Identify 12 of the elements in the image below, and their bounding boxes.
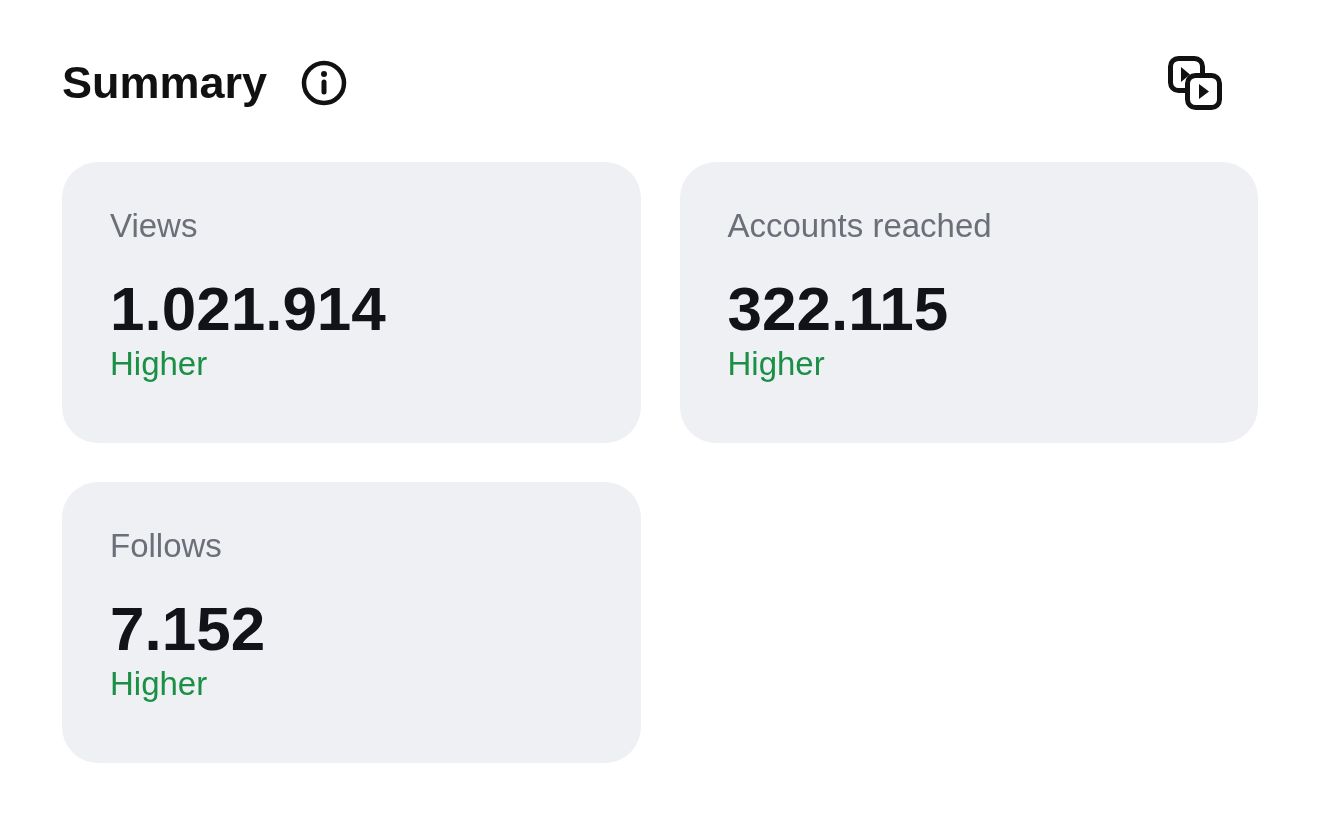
info-icon[interactable] [301, 60, 348, 106]
metric-label: Follows [110, 526, 222, 566]
metric-label: Views [110, 206, 198, 246]
metric-value: 322.115 [727, 276, 949, 342]
comparison-text: Higher [110, 344, 208, 384]
metric-value: 7.152 [110, 596, 266, 662]
section-title: Summary [62, 57, 268, 109]
metric-label: Accounts reached [727, 206, 992, 246]
metric-value: 1.021.914 [110, 276, 386, 342]
overlapping-play-squares-icon[interactable] [1168, 56, 1222, 110]
comparison-text: Higher [110, 664, 208, 704]
comparison-text: Higher [727, 344, 825, 384]
